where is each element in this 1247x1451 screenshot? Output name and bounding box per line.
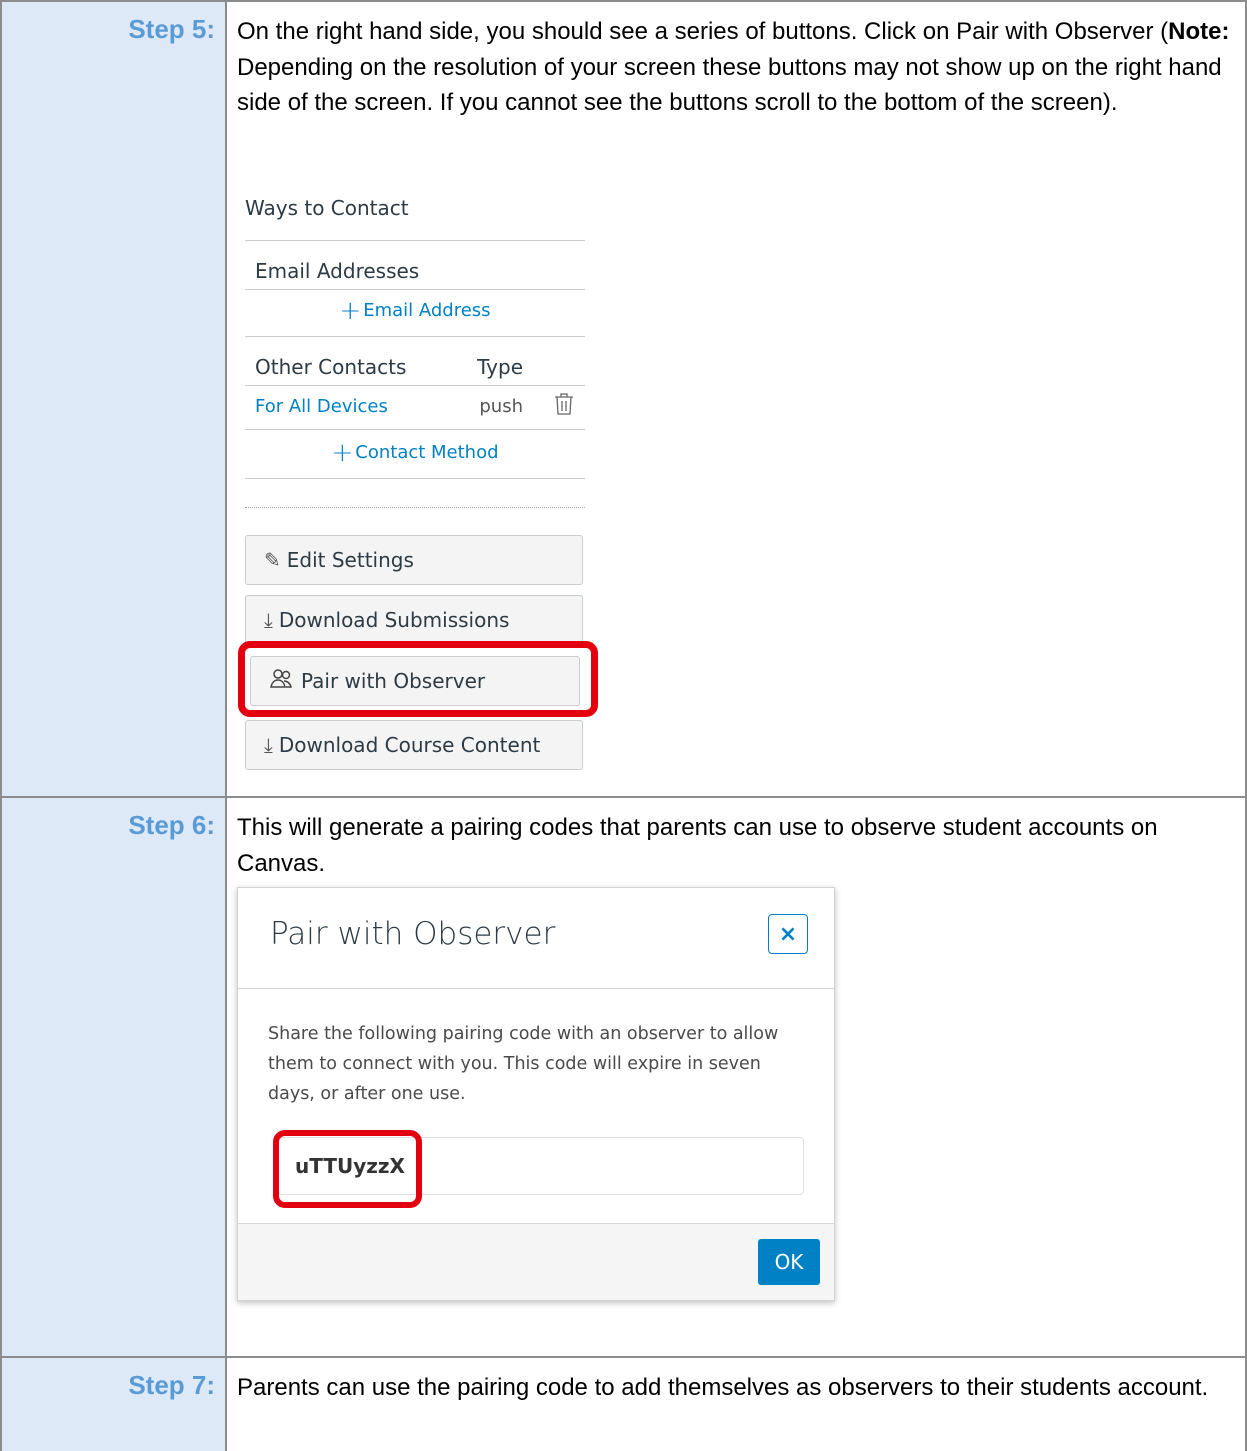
highlight-box — [273, 1130, 422, 1208]
close-button[interactable]: × — [768, 914, 808, 954]
other-contacts-section: Other Contacts Type For All Devices push… — [245, 337, 585, 508]
contact-type: push — [479, 396, 523, 417]
step-label-cell: Step 7: — [2, 1358, 227, 1451]
pencil-icon: ✎ — [264, 548, 281, 572]
modal-header: Pair with Observer × — [238, 888, 834, 989]
download-icon: ⤓ — [264, 608, 273, 632]
step-5-row: Step 5: On the right hand side, you shou… — [0, 0, 1247, 798]
ok-button[interactable]: OK — [758, 1239, 820, 1285]
step-label: Step 5: — [128, 14, 215, 44]
panel-title: Ways to Contact — [245, 196, 585, 241]
close-icon: × — [778, 921, 798, 947]
step-6-text: This will generate a pairing codes that … — [237, 814, 1158, 877]
dotted-divider — [245, 479, 585, 508]
trash-icon[interactable] — [553, 392, 575, 421]
contact-link[interactable]: For All Devices — [255, 396, 479, 417]
add-contact-label: Contact Method — [355, 442, 499, 463]
step-5-text-a: On the right hand side, you should see a… — [237, 18, 1169, 45]
edit-settings-button[interactable]: ✎ Edit Settings — [245, 535, 583, 585]
step-label: Step 6: — [128, 810, 215, 840]
other-contacts-header: Other Contacts — [255, 355, 407, 379]
step-label: Step 7: — [128, 1370, 215, 1400]
modal-footer: OK — [238, 1223, 834, 1300]
document: Step 5: On the right hand side, you shou… — [0, 0, 1247, 1451]
download-course-content-button[interactable]: ⤓ Download Course Content — [245, 720, 583, 770]
ok-label: OK — [774, 1250, 804, 1274]
plus-icon: + — [331, 438, 354, 468]
email-header-row: Email Addresses — [245, 241, 585, 290]
type-header: Type — [477, 355, 523, 379]
highlight-box — [238, 641, 598, 717]
add-email-label: Email Address — [363, 300, 491, 321]
pair-with-observer-modal: Pair with Observer × Share the following… — [237, 887, 835, 1301]
edit-settings-label: Edit Settings — [286, 548, 414, 572]
plus-icon: + — [339, 296, 362, 326]
step-5-text-b: Depending on the resolution of your scre… — [237, 53, 1222, 117]
step-text: On the right hand side, you should see a… — [237, 14, 1231, 121]
step-text: This will generate a pairing codes that … — [237, 810, 1231, 881]
step-label-cell: Step 5: — [2, 2, 227, 798]
note-label: Note: — [1168, 18, 1230, 45]
modal-title: Pair with Observer — [270, 916, 556, 952]
step-text: Parents can use the pairing code to add … — [237, 1370, 1231, 1406]
email-header: Email Addresses — [255, 259, 420, 283]
download-submissions-label: Download Submissions — [278, 608, 510, 632]
other-contacts-header-row: Other Contacts Type — [245, 337, 585, 386]
step-7-row: Step 7: Parents can use the pairing code… — [0, 1356, 1247, 1451]
step-7-text: Parents can use the pairing code to add … — [237, 1374, 1209, 1401]
download-course-content-label: Download Course Content — [278, 733, 541, 757]
ways-to-contact-panel: Ways to Contact Email Addresses + Email A… — [245, 196, 585, 508]
add-email-link[interactable]: + Email Address — [245, 290, 585, 337]
add-contact-link[interactable]: + Contact Method — [245, 430, 585, 479]
step-label-cell: Step 6: — [2, 798, 227, 1358]
contact-row: For All Devices push — [245, 386, 585, 430]
email-section: Email Addresses + Email Address — [245, 241, 585, 337]
modal-body: Share the following pairing code with an… — [268, 1024, 779, 1104]
download-icon: ⤓ — [264, 733, 273, 757]
download-submissions-button[interactable]: ⤓ Download Submissions — [245, 595, 583, 645]
